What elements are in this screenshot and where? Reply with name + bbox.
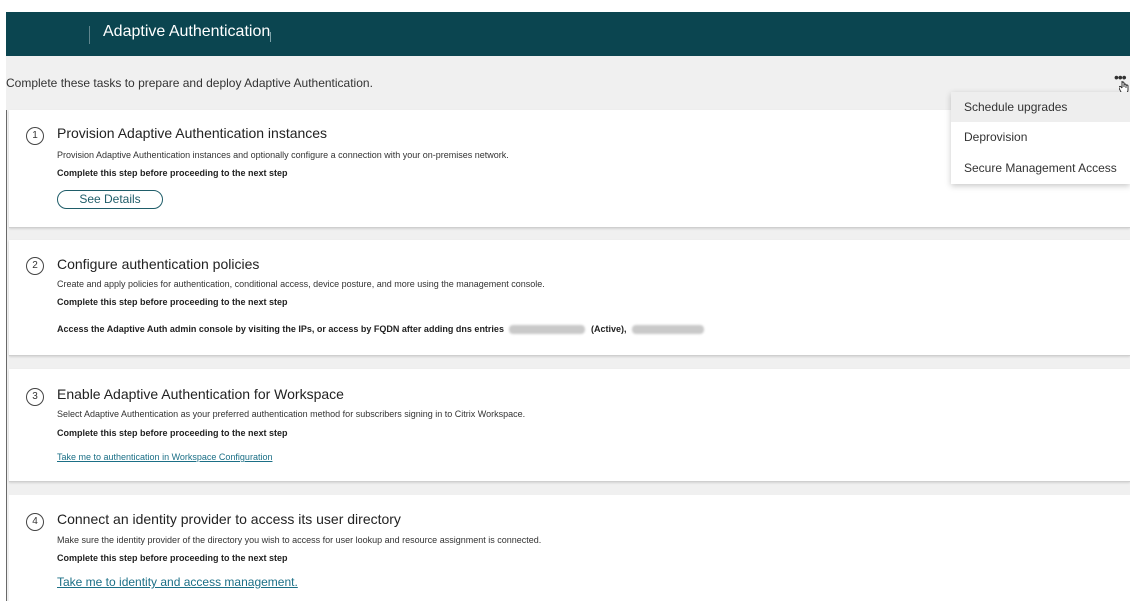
redacted-ip	[509, 325, 586, 335]
more-options-menu: Schedule upgrades Deprovision Secure Man…	[951, 92, 1130, 184]
step-requirement: Complete this step before proceeding to …	[57, 553, 288, 563]
see-details-button[interactable]: See Details	[57, 190, 163, 209]
step-number-badge: 4	[26, 513, 44, 531]
step-title: Provision Adaptive Authentication instan…	[57, 125, 328, 141]
step-description: Make sure the identity provider of the d…	[57, 535, 542, 545]
menu-item-deprovision[interactable]: Deprovision	[951, 122, 1130, 152]
access-instructions: Access the Adaptive Auth admin console b…	[57, 324, 504, 334]
step-description: Select Adaptive Authentication as your p…	[57, 409, 526, 419]
step-description: Provision Adaptive Authentication instan…	[57, 150, 509, 160]
step-card-4: 4 Connect an identity provider to access…	[9, 495, 1130, 601]
header-divider	[89, 26, 90, 44]
redacted-ip	[632, 325, 705, 335]
menu-item-schedule-upgrades[interactable]: Schedule upgrades	[951, 92, 1130, 122]
step-title: Configure authentication policies	[57, 256, 260, 272]
step-number-badge: 1	[26, 127, 44, 145]
app-header: Adaptive Authentication	[6, 12, 1130, 56]
step-description: Create and apply policies for authentica…	[57, 279, 545, 289]
step-requirement: Complete this step before proceeding to …	[57, 168, 288, 178]
intro-text: Complete these tasks to prepare and depl…	[6, 76, 373, 90]
step-requirement: Complete this step before proceeding to …	[57, 297, 288, 307]
menu-item-secure-management-access[interactable]: Secure Management Access	[951, 153, 1130, 183]
admin-console-access-text: Access the Adaptive Auth admin console b…	[57, 324, 707, 335]
active-label: (Active),	[590, 324, 627, 334]
identity-access-management-link[interactable]: Take me to identity and access managemen…	[57, 575, 298, 589]
step-title: Connect an identity provider to access i…	[57, 511, 401, 527]
step-title: Enable Adaptive Authentication for Works…	[57, 386, 344, 402]
workspace-configuration-link[interactable]: Take me to authentication in Workspace C…	[57, 452, 272, 462]
step-requirement: Complete this step before proceeding to …	[57, 428, 288, 438]
page-title: Adaptive Authentication	[103, 23, 271, 40]
step-number-badge: 3	[26, 388, 44, 406]
step-card-3: 3 Enable Adaptive Authentication for Wor…	[9, 369, 1130, 482]
step-number-badge: 2	[26, 257, 44, 275]
left-edge-line	[6, 110, 7, 601]
title-separator	[270, 32, 271, 42]
step-card-2: 2 Configure authentication policies Crea…	[9, 240, 1130, 356]
